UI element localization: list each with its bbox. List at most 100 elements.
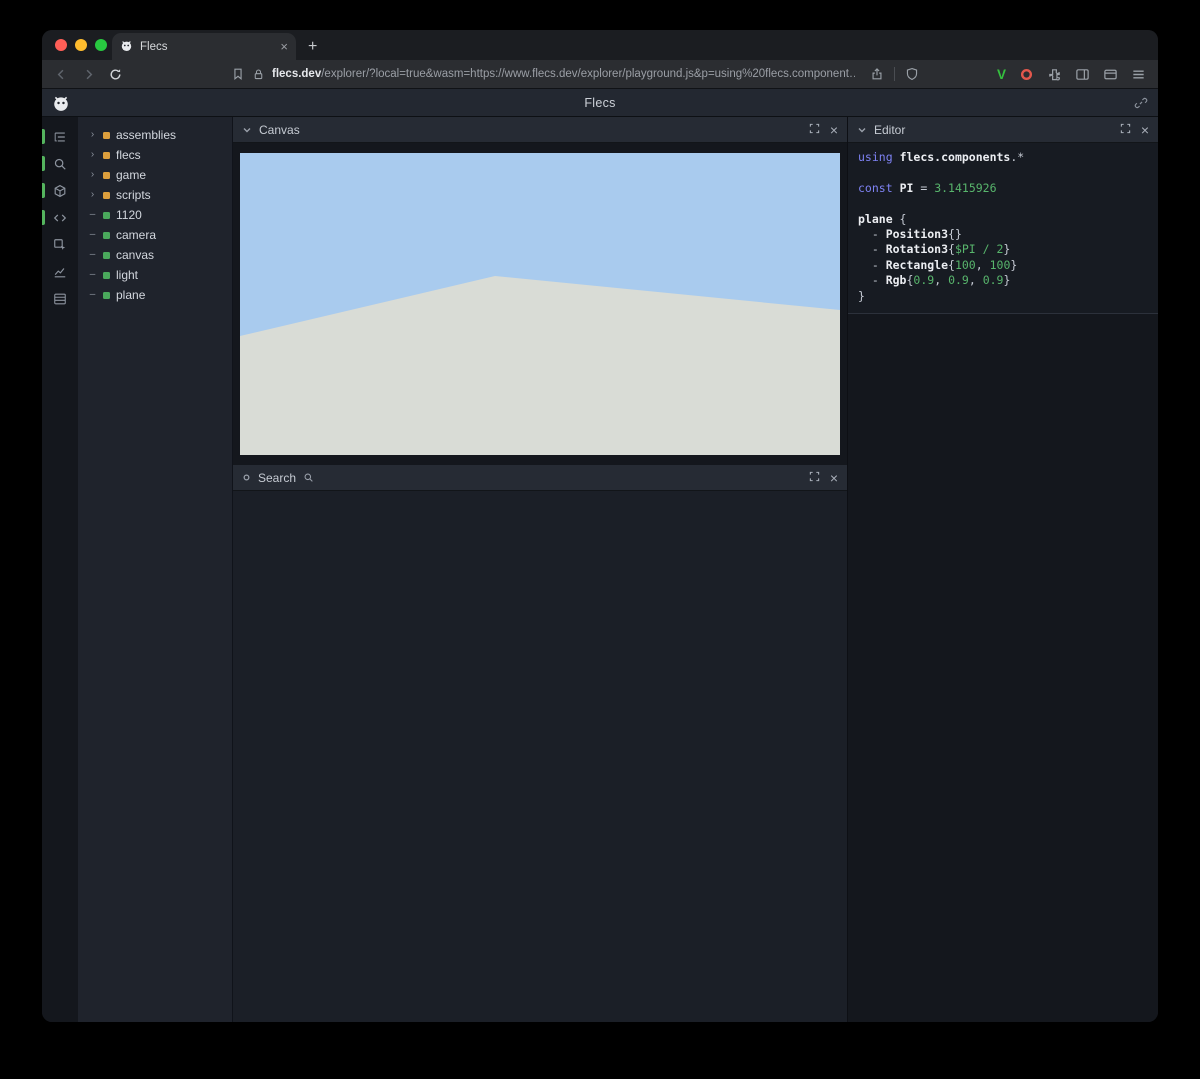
entity-color-swatch [103,152,110,159]
flecs-explorer-page: Flecs › assemblies ›flecs›game›scripts – 112… [42,88,1158,1022]
tree-item-1120[interactable]: – 1120 [78,205,232,225]
search-panel-header: Search × [233,465,847,491]
code-line: } [858,289,1148,304]
code-line: using flecs.components.* [858,150,1148,165]
new-tab-button[interactable]: + [308,39,317,55]
close-icon[interactable]: × [830,123,838,137]
code-line: plane { [858,212,1148,227]
fullscreen-icon[interactable] [809,123,820,137]
chevron-down-icon[interactable] [242,125,252,135]
fullscreen-icon[interactable] [809,471,820,485]
list-tool-icon[interactable] [42,285,78,312]
editor-empty-area [848,314,1158,1022]
code-area[interactable]: using flecs.components.* const PI = 3.14… [848,143,1158,314]
search-tool-icon[interactable] [42,150,78,177]
page-title: Flecs [584,96,615,110]
tree-item-game[interactable]: ›game [78,165,232,185]
code-line: - Rgb{0.9, 0.9, 0.9} [858,273,1148,288]
tab-favicon [120,39,133,55]
shield-icon[interactable] [905,67,919,81]
toolbar-extensions: V [997,67,1146,82]
url-domain: flecs.dev [272,68,321,80]
tab-title: Flecs [140,41,273,53]
reload-button[interactable] [108,67,123,82]
canvas-panel-header: Canvas × [233,117,847,143]
entity-color-swatch [103,272,110,279]
canvas-render[interactable] [240,153,840,455]
flecs-logo-icon[interactable] [52,94,70,117]
code-line: const PI = 3.1415926 [858,181,1148,196]
editor-panel-actions: × [1120,123,1149,137]
canvas-panel-body [233,143,847,465]
canvas-panel-actions: × [809,123,838,137]
code-line [858,196,1148,211]
chevron-down-icon[interactable] [857,125,867,135]
search-panel-label[interactable]: Search [258,471,296,485]
empty-workspace [233,491,847,1022]
expand-arrow-icon[interactable]: › [88,130,97,140]
entity-color-swatch [103,132,110,139]
v-extension-icon[interactable]: V [997,67,1006,82]
leaf-dash-icon: – [88,250,97,260]
entity-color-swatch [103,172,110,179]
close-icon[interactable]: × [1141,123,1149,137]
tree-item-flecs[interactable]: ›flecs [78,145,232,165]
sidebar-toggle-icon[interactable] [1075,67,1090,82]
extensions-puzzle-icon[interactable] [1047,67,1062,82]
wallet-icon[interactable] [1103,67,1118,82]
expand-arrow-icon[interactable]: › [88,190,97,200]
tree-item-label: camera [116,228,156,242]
tree-item-assemblies[interactable]: › assemblies [78,125,232,145]
main-column: Canvas × [233,117,847,1022]
entity-color-swatch [103,292,110,299]
recorder-extension-icon[interactable] [1019,67,1034,82]
app-header: Flecs [42,89,1158,117]
tree-item-scripts[interactable]: ›scripts [78,185,232,205]
tree-item-label: light [116,268,138,282]
expand-arrow-icon[interactable]: › [88,170,97,180]
secure-lock-icon[interactable] [252,68,265,81]
tree-item-plane[interactable]: –plane [78,285,232,305]
inspect-tool-icon[interactable] [42,231,78,258]
forward-button[interactable] [81,67,96,82]
back-button[interactable] [54,67,69,82]
fullscreen-icon[interactable] [1120,123,1131,137]
entity-color-swatch [103,252,110,259]
url-path: /explorer/?local=true&wasm=https://www.f… [321,68,855,80]
share-icon[interactable] [870,67,884,81]
close-window-button[interactable] [55,39,67,51]
leaf-dash-icon: – [88,290,97,300]
code-line: - Rotation3{$PI / 2} [858,242,1148,257]
zoom-window-button[interactable] [95,39,107,51]
tree-item-label: 1120 [116,208,142,222]
entity-tree: ›assemblies›flecs›game›scripts–1120–came… [78,117,233,1022]
content-area: ›assemblies›flecs›game›scripts–1120–came… [42,117,1158,1022]
tree-item-canvas[interactable]: –canvas [78,245,232,265]
code-line: - Rectangle{100, 100} [858,258,1148,273]
editor-panel-header: Editor × [848,117,1158,143]
leaf-dash-icon: – [88,270,97,280]
filter-dot-icon[interactable] [242,473,251,482]
bookmark-icon[interactable] [231,67,245,81]
code-tool-icon[interactable] [42,204,78,231]
browser-tab[interactable]: Flecs × [112,33,296,60]
canvas-panel-title: Canvas [259,123,300,137]
address-bar[interactable]: flecs.dev/explorer/?local=true&wasm=http… [231,67,985,81]
hierarchy-tool-icon[interactable] [42,123,78,150]
search-icon[interactable] [303,472,314,483]
browser-window: Flecs × + flecs.dev/explorer/?local=true… [42,30,1158,1022]
tree-item-camera[interactable]: –camera [78,225,232,245]
minimize-window-button[interactable] [75,39,87,51]
cube-tool-icon[interactable] [42,177,78,204]
entity-color-swatch [103,192,110,199]
menu-hamburger-icon[interactable] [1131,67,1146,82]
share-link-icon[interactable] [1134,96,1148,115]
close-icon[interactable]: × [830,471,838,485]
leaf-dash-icon: – [88,210,97,220]
expand-arrow-icon[interactable]: › [88,150,97,160]
tree-item-label: assemblies [116,128,176,142]
url-text[interactable]: flecs.dev/explorer/?local=true&wasm=http… [272,68,855,80]
tree-item-light[interactable]: – light [78,265,232,285]
tab-close-icon[interactable]: × [280,40,288,53]
chart-tool-icon[interactable] [42,258,78,285]
